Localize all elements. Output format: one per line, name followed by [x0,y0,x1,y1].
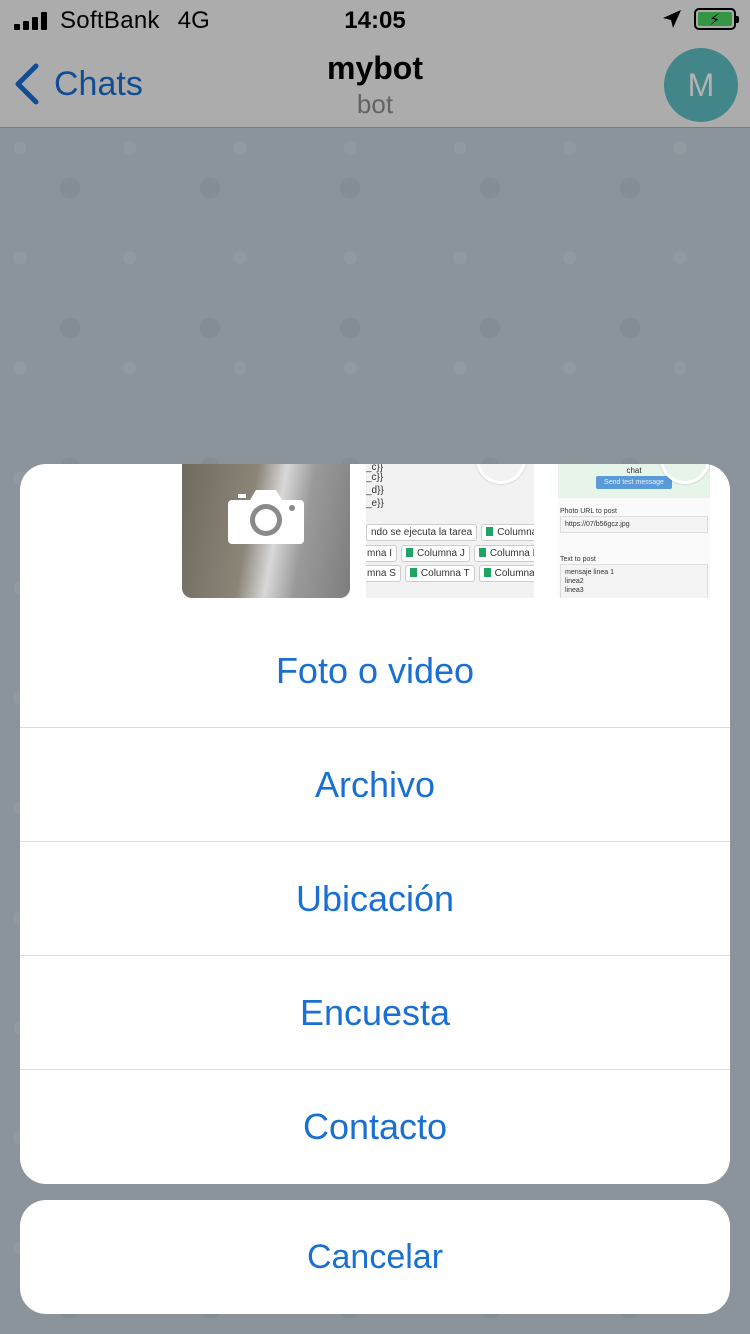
sheet-chip: Columna A [481,524,534,541]
sheet-chip: Columna U [478,565,534,582]
sheet-text-row: _c}} [366,472,384,483]
sheet-chip: Columna T [404,565,475,582]
sheet-text-row: _e}} [366,498,384,509]
spreadsheet-thumbnail[interactable]: _c}} _c}} _d}} _e}} ndo se ejecuta la ta… [366,464,534,598]
sheet-text-row: _d}} [366,485,384,496]
form-thumbnail[interactable]: chat Send test message Photo URL to post… [558,464,710,598]
cancel-button[interactable]: Cancelar [20,1200,730,1314]
sheet-chip: mna I [366,545,398,562]
media-thumbnails: _c}} _c}} _d}} _e}} ndo se ejecuta la ta… [20,464,730,614]
attachment-options: Foto o video Archivo Ubicación Encuesta … [20,614,730,1184]
camera-thumbnail[interactable] [182,464,350,598]
sheet-chip: Columna K [473,545,534,562]
form-text-input: mensaje linea 1 linea2 linea3 [560,564,708,598]
option-file[interactable]: Archivo [20,728,730,842]
option-location[interactable]: Ubicación [20,842,730,956]
select-circle-icon[interactable] [476,464,526,484]
option-contact[interactable]: Contacto [20,1070,730,1184]
sheet-chip: mna S [366,565,401,582]
option-photo-video[interactable]: Foto o video [20,614,730,728]
form-photo-label: Photo URL to post [560,508,617,515]
camera-icon [228,490,304,544]
form-text-label: Text to post [560,556,596,563]
form-send-button: Send test message [596,476,672,489]
attachment-action-sheet: _c}} _c}} _d}} _e}} ndo se ejecuta la ta… [20,464,730,1184]
option-poll[interactable]: Encuesta [20,956,730,1070]
form-photo-input: https://07/b56gcz.jpg [560,516,708,533]
sheet-chip: ndo se ejecuta la tarea [366,524,478,541]
sheet-chip: Columna J [401,545,470,562]
